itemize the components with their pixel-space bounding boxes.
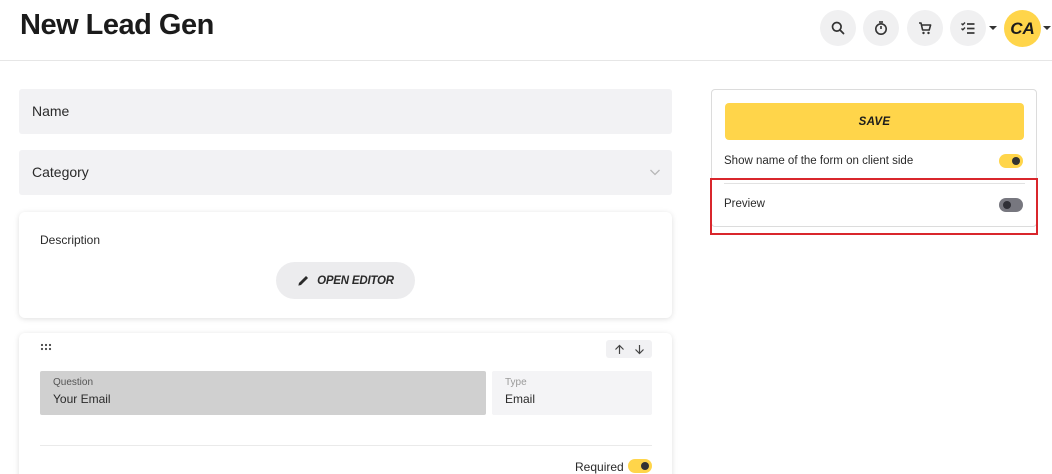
category-select[interactable]: Category	[19, 150, 672, 195]
drag-handle-icon[interactable]	[40, 343, 54, 353]
cart-button[interactable]	[907, 10, 943, 46]
search-button[interactable]	[820, 10, 856, 46]
type-label: Type	[505, 377, 527, 388]
search-icon	[831, 21, 845, 35]
cart-icon	[919, 22, 932, 35]
divider	[40, 445, 652, 446]
name-input[interactable]: Name	[19, 89, 672, 134]
required-toggle[interactable]	[628, 459, 652, 473]
type-value: Email	[505, 392, 536, 406]
description-card: Description OPEN EDITOR	[19, 212, 672, 318]
description-label: Description	[40, 233, 101, 247]
type-select[interactable]: Type Email	[492, 371, 652, 415]
open-editor-label: OPEN EDITOR	[317, 274, 394, 287]
arrow-down-icon[interactable]	[634, 344, 645, 355]
question-label: Question	[53, 377, 94, 388]
toggle-knob	[641, 462, 649, 470]
tasks-caret-down-icon[interactable]	[989, 26, 997, 30]
page-title: New Lead Gen	[20, 9, 214, 41]
chevron-down-icon	[650, 169, 660, 176]
pencil-icon	[298, 275, 309, 286]
timer-icon	[875, 21, 887, 35]
preview-highlight-box	[710, 178, 1038, 235]
toggle-knob	[1012, 157, 1020, 165]
question-value: Your Email	[53, 392, 111, 406]
avatar-caret-down-icon[interactable]	[1043, 26, 1051, 30]
category-placeholder: Category	[32, 164, 89, 180]
checklist-icon	[961, 22, 975, 34]
question-input[interactable]: Question Your Email	[40, 371, 486, 415]
show-name-label: Show name of the form on client side	[724, 155, 914, 167]
save-button[interactable]: SAVE	[725, 103, 1024, 140]
top-header: New Lead Gen CA	[0, 0, 1052, 61]
arrow-up-icon[interactable]	[614, 344, 625, 355]
avatar[interactable]: CA	[1004, 10, 1041, 47]
open-editor-button[interactable]: OPEN EDITOR	[276, 262, 415, 299]
reorder-buttons	[606, 340, 652, 358]
timer-button[interactable]	[863, 10, 899, 46]
question-card: Question Your Email Type Email Required	[19, 333, 672, 474]
save-label: SAVE	[858, 115, 891, 128]
name-placeholder: Name	[32, 103, 70, 119]
required-label: Required	[575, 460, 624, 474]
tasks-button[interactable]	[950, 10, 986, 46]
show-name-toggle[interactable]	[999, 154, 1023, 168]
